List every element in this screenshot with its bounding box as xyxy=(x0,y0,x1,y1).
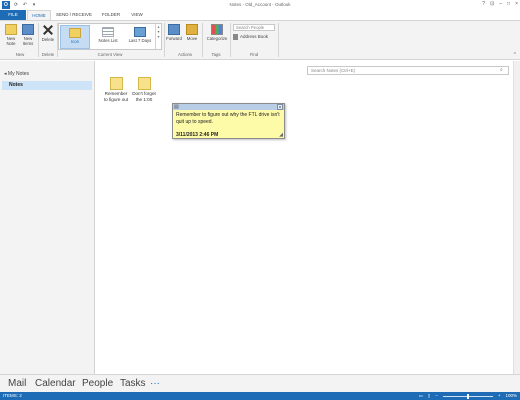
zoom-out-icon[interactable]: – xyxy=(435,392,438,400)
group-delete-label: Delete xyxy=(41,52,55,57)
move-label: Move xyxy=(186,36,198,41)
tab-folder[interactable]: FOLDER xyxy=(97,10,125,20)
delete-label: Delete xyxy=(41,37,55,42)
ribbon-separator xyxy=(164,23,165,57)
help-icon[interactable]: ? xyxy=(482,1,485,7)
folder-pane: ◂ My Notes Notes xyxy=(0,61,95,374)
nav-more[interactable]: ··· xyxy=(150,377,160,390)
view-notes-list-option[interactable]: Notes List xyxy=(93,25,123,49)
zoom-slider[interactable] xyxy=(442,393,493,399)
reading-view-icon[interactable]: ▯ xyxy=(428,392,430,400)
maximize-icon[interactable]: □ xyxy=(507,1,510,7)
note-icon xyxy=(137,77,151,90)
view-icon-label: Icon xyxy=(70,39,80,44)
new-items-button[interactable]: New Items xyxy=(19,24,37,46)
normal-view-icon[interactable]: ▭ xyxy=(419,392,423,400)
delete-button[interactable]: Delete xyxy=(40,24,56,42)
group-find-label: Find xyxy=(249,52,259,57)
note-body-text[interactable]: Remember to figure out why the FTL drive… xyxy=(176,112,284,126)
my-notes-header[interactable]: ◂ My Notes xyxy=(4,71,29,77)
view-last-7-days-option[interactable]: Last 7 Days xyxy=(125,25,155,49)
group-current-view-label: Current View xyxy=(97,52,123,57)
ribbon-separator xyxy=(202,23,203,57)
new-note-button[interactable]: New Note xyxy=(3,24,19,46)
current-view-gallery: Icon Notes List Last 7 Days ▴ ▾ ▾ xyxy=(58,23,162,50)
view-icon-option[interactable]: Icon xyxy=(60,25,90,49)
status-right: ▭ ▯ – + 100% xyxy=(419,392,517,400)
zoom-in-icon[interactable]: + xyxy=(498,392,501,400)
close-icon[interactable]: × xyxy=(515,1,518,7)
calendar-days-icon xyxy=(134,27,146,37)
icon-view-icon xyxy=(69,28,81,38)
group-actions-label: Actions xyxy=(177,52,193,57)
group-tags-label: Tags xyxy=(211,52,221,57)
folder-item-notes[interactable]: Notes xyxy=(2,81,92,90)
ribbon-separator xyxy=(278,23,279,57)
zoom-slider-knob[interactable] xyxy=(466,393,469,399)
tab-file[interactable]: FILE xyxy=(0,10,26,20)
nav-tasks[interactable]: Tasks xyxy=(120,377,146,390)
title-bar: O ⟳ ↶ ▾ Notes - Old_Account - Outlook ? … xyxy=(0,0,520,10)
notes-view: Search Notes (Ctrl+E) ⌕ Remember to figu… xyxy=(96,61,520,374)
view-notes-list-label: Notes List xyxy=(98,38,118,43)
move-button[interactable]: Move xyxy=(184,24,200,41)
ribbon-separator xyxy=(230,23,231,57)
minimize-icon[interactable]: – xyxy=(499,1,502,7)
ribbon-tabs: FILE HOME SEND / RECEIVE FOLDER VIEW xyxy=(0,10,520,20)
note-timestamp: 3/11/2013 2:46 PM xyxy=(176,132,219,138)
window-controls: ? ⊡ – □ × xyxy=(482,1,518,7)
item-count: ITEMS: 2 xyxy=(3,393,22,398)
view-last-7-days-label: Last 7 Days xyxy=(128,38,152,43)
forward-icon xyxy=(168,24,180,35)
search-people-input[interactable]: Search People xyxy=(233,24,275,31)
my-notes-label: My Notes xyxy=(7,71,30,77)
resize-grip-icon[interactable]: ◢ xyxy=(279,132,283,138)
note-title-bar[interactable]: ▤ × xyxy=(173,104,284,111)
gallery-scroll[interactable]: ▴ ▾ ▾ xyxy=(155,24,161,49)
tab-home[interactable]: HOME xyxy=(27,10,51,20)
close-icon[interactable]: × xyxy=(277,104,283,111)
categorize-icon xyxy=(211,24,223,35)
delete-icon xyxy=(42,24,54,36)
address-book-button[interactable]: Address Book xyxy=(233,33,275,40)
zoom-level[interactable]: 100% xyxy=(505,392,517,400)
note-menu-icon[interactable]: ▤ xyxy=(174,104,180,110)
tab-send-receive[interactable]: SEND / RECEIVE xyxy=(55,10,93,20)
categorize-button[interactable]: Categorize xyxy=(204,24,230,41)
open-note-window[interactable]: ▤ × Remember to figure out why the FTL d… xyxy=(172,103,285,139)
move-icon xyxy=(186,24,198,35)
ribbon-display-icon[interactable]: ⊡ xyxy=(490,1,494,7)
nav-people[interactable]: People xyxy=(82,377,113,390)
nav-mail[interactable]: Mail xyxy=(8,377,26,390)
note-item-label: Don't forget xyxy=(132,91,156,96)
window-title: Notes - Old_Account - Outlook xyxy=(229,2,291,7)
new-note-label: New Note xyxy=(6,36,16,46)
forward-button[interactable]: Forward xyxy=(166,24,182,41)
note-item[interactable]: Don't forget the 1:00 xyxy=(127,77,161,102)
notes-list-icon xyxy=(102,27,114,37)
note-item-label: the 1:00 xyxy=(135,96,153,102)
note-icon xyxy=(109,77,123,90)
search-icon[interactable]: ⌕ xyxy=(500,67,506,74)
new-items-label: New Items xyxy=(22,36,34,46)
collapse-ribbon-icon[interactable]: ^ xyxy=(514,52,516,58)
status-bar: ITEMS: 2 ▭ ▯ – + 100% xyxy=(0,392,520,400)
note-icon xyxy=(5,24,17,35)
forward-label: Forward xyxy=(166,36,182,41)
module-navigation: Mail Calendar People Tasks ··· xyxy=(0,374,520,392)
search-notes-placeholder: Search Notes (Ctrl+E) xyxy=(311,68,356,73)
nav-calendar[interactable]: Calendar xyxy=(35,377,76,390)
address-book-label: Address Book xyxy=(240,34,269,39)
new-items-icon xyxy=(22,24,34,35)
tab-view[interactable]: VIEW xyxy=(126,10,148,20)
group-new-label: New xyxy=(15,52,25,57)
ribbon: New Note New Items New Delete Delete Ico… xyxy=(0,20,520,60)
search-notes-input[interactable]: Search Notes (Ctrl+E) ⌕ xyxy=(307,66,509,75)
address-book-icon xyxy=(233,33,238,40)
categorize-label: Categorize xyxy=(206,36,228,41)
vertical-scrollbar[interactable] xyxy=(513,61,520,374)
